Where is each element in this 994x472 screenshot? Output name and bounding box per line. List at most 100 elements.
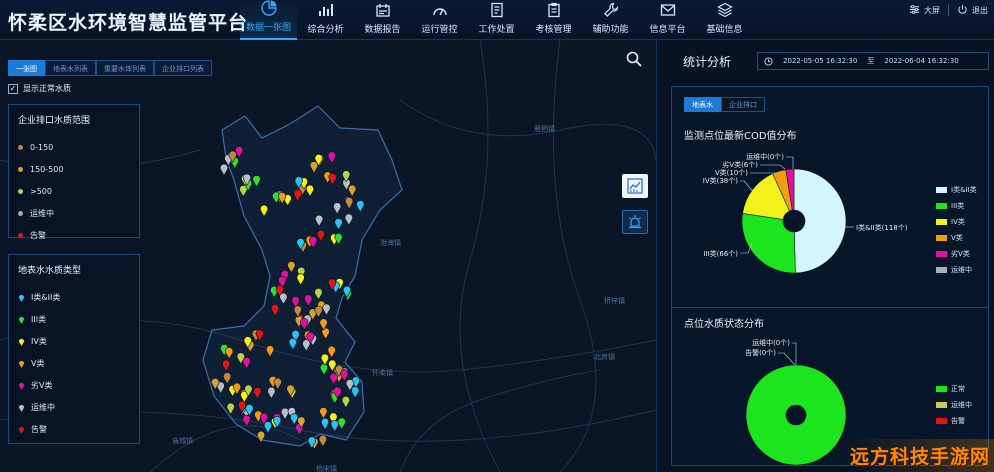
legend-item[interactable]: 运维中: [936, 397, 972, 413]
legend-dot: [18, 166, 23, 172]
tab-enterprise-outlet[interactable]: 企业排口: [721, 97, 765, 112]
legend-swatch: [936, 235, 947, 241]
top-right-actions: 大屏 退出: [909, 0, 988, 20]
label-leader-line: [786, 156, 794, 169]
map-pin-icon: [18, 404, 25, 412]
nav-item-analysis[interactable]: 综合分析: [297, 0, 354, 40]
pie-slice[interactable]: [793, 168, 847, 274]
gauge-icon: [432, 2, 448, 18]
legend-swatch: [936, 219, 947, 225]
tab-surface-water-list[interactable]: 地表水列表: [45, 60, 96, 76]
status-chart-title: 点位水质状态分布: [684, 319, 764, 330]
legend-swatch: [936, 267, 947, 273]
chart-toggle-button[interactable]: [622, 174, 648, 198]
slice-label: V类(10个): [715, 168, 748, 177]
nav-label: 数据一张图: [245, 23, 291, 33]
checkbox[interactable]: ✓: [8, 83, 18, 94]
task-icon: [489, 2, 505, 18]
logout-link[interactable]: 退出: [972, 5, 988, 16]
bar-chart-icon: [318, 2, 334, 18]
tab-key-water-list[interactable]: 重要水体列表: [96, 60, 154, 76]
nav-item-control[interactable]: 运行管控: [411, 0, 468, 40]
clock-icon: [764, 56, 773, 66]
pie-slice[interactable]: [741, 213, 796, 274]
place-label: 桥梓镇: [604, 297, 625, 305]
legend-swatch: [936, 187, 947, 193]
mail-icon: [660, 2, 676, 18]
sliders-icon[interactable]: [909, 4, 920, 17]
monitoring-point-marker[interactable]: [219, 163, 229, 176]
map-view[interactable]: 雁栖镇 渤海镇 桥梓镇 怀柔镇 北房镇 庙城镇 杨宋镇 一张图 地表水列表 重要…: [0, 40, 656, 472]
legend-label: 运维中: [30, 208, 54, 218]
legend-label: V类: [951, 234, 963, 242]
legend-swatch: [936, 203, 947, 209]
checkbox-label: 显示正常水质: [23, 84, 71, 93]
legend-item: V类: [18, 352, 130, 374]
label-leader-line: [778, 352, 796, 366]
legend-swatch: [936, 418, 947, 424]
search-icon[interactable]: [626, 51, 642, 67]
nav-item-tools[interactable]: 辅助功能: [582, 0, 639, 40]
legend-title: 企业排口水质范围: [18, 116, 91, 126]
legend-item: IV类: [18, 330, 130, 352]
date-end[interactable]: 2022-06-04 16:32:30: [884, 57, 958, 65]
label-leader-line: [792, 342, 797, 365]
legend-label: IV类: [31, 336, 47, 346]
power-icon[interactable]: [957, 4, 968, 17]
place-label: 杨宋镇: [316, 465, 337, 472]
legend-label: 150-500: [30, 164, 64, 174]
show-normal-quality-toggle[interactable]: ✓ 显示正常水质: [8, 83, 71, 94]
nav-item-task[interactable]: 工作处置: [468, 0, 525, 40]
legend-item[interactable]: III类: [936, 198, 977, 214]
date-range-picker[interactable]: 2022-05-05 16:32:30 至 2022-06-04 16:32:3…: [757, 52, 989, 70]
map-pin-icon: [18, 316, 25, 324]
monitoring-point-marker[interactable]: [318, 435, 327, 448]
tab-one-map[interactable]: 一张图: [8, 60, 45, 76]
legend-item[interactable]: V类: [936, 230, 977, 246]
legend-item[interactable]: IV类: [936, 214, 977, 230]
legend-item[interactable]: 劣V类: [936, 246, 977, 262]
pie-chart-icon: [260, 0, 277, 16]
legend-item[interactable]: 运维中: [936, 262, 977, 278]
slice-label: 运维中(0个): [746, 152, 784, 161]
nav-label: 综合分析: [307, 25, 344, 35]
status-chart-legend: 正常 运维中告警: [936, 381, 972, 429]
slice-label: I类&II类(118个): [856, 223, 908, 232]
nav-item-data-map[interactable]: 数据一张图: [240, 0, 297, 40]
legend-item: 运维中: [18, 202, 130, 224]
legend-label: 0-150: [30, 142, 54, 152]
legend-item[interactable]: I类&II类: [936, 182, 977, 198]
legend-item: >500: [18, 180, 130, 202]
legend-label: 劣V类: [951, 250, 970, 258]
legend-label: I类&II类: [951, 186, 977, 194]
nav-item-assessment[interactable]: 考核管理: [525, 0, 582, 40]
place-label: 庙城镇: [172, 437, 193, 445]
nav-label: 数据报告: [364, 25, 401, 35]
place-label: 北房镇: [594, 353, 615, 361]
pie-slice[interactable]: [745, 364, 847, 466]
watermark-text: 远方科技手游网: [850, 446, 991, 468]
legend-swatch: [936, 251, 947, 257]
nav-item-report[interactable]: 数据报告: [354, 0, 411, 40]
tab-enterprise-outlet-list[interactable]: 企业排口列表: [154, 60, 212, 76]
nav-item-basic[interactable]: 基础信息: [696, 0, 753, 40]
date-separator: 至: [867, 57, 875, 65]
date-start[interactable]: 2022-05-05 16:32:30: [783, 57, 857, 65]
nav-label: 工作处置: [478, 25, 515, 35]
section-divider: [672, 307, 988, 308]
legend-item: 劣V类: [18, 374, 130, 396]
legend-item[interactable]: 正常: [936, 381, 972, 397]
nav-item-info[interactable]: 信息平台: [639, 0, 696, 40]
legend-dot: [18, 144, 23, 150]
legend-label: 告警: [951, 417, 965, 425]
place-label: 怀柔镇: [372, 369, 393, 377]
legend-label: V类: [31, 358, 45, 368]
tab-surface-water[interactable]: 地表水: [684, 97, 721, 112]
legend-item[interactable]: 告警: [936, 413, 972, 429]
stats-container: 地表水 企业排口 监测点位最新COD值分布 I类&II类(118个) III类(6…: [671, 86, 989, 466]
legend-dot: [18, 210, 23, 216]
legend-item: I类&II类: [18, 286, 130, 308]
alarm-toggle-button[interactable]: [622, 210, 648, 234]
big-screen-link[interactable]: 大屏: [924, 5, 940, 16]
slice-label: 告警(0个): [745, 348, 776, 357]
